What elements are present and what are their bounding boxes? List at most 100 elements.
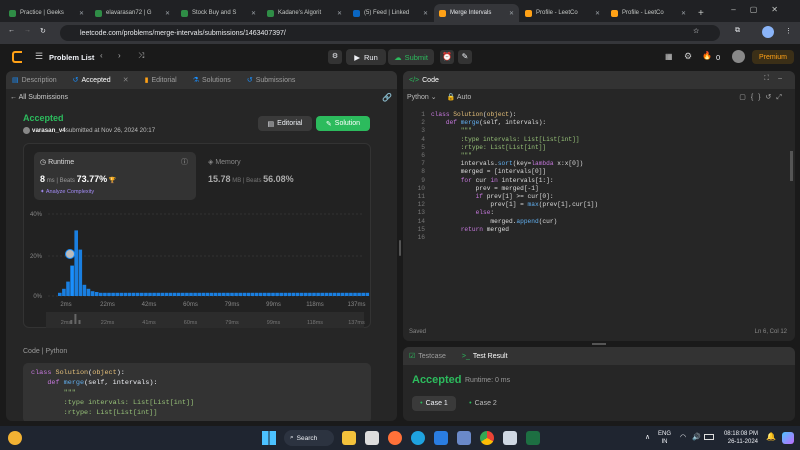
close-tab-icon[interactable]: ✕ bbox=[509, 10, 514, 17]
histogram-bar[interactable] bbox=[107, 292, 111, 296]
histogram-bar[interactable] bbox=[308, 292, 312, 296]
histogram-bar[interactable] bbox=[160, 292, 165, 296]
settings-icon[interactable]: ⚙ bbox=[684, 51, 692, 62]
forward-icon[interactable]: → bbox=[24, 27, 31, 34]
language-select[interactable]: Python ⌄ bbox=[407, 94, 437, 101]
premium-button[interactable]: Premium bbox=[752, 50, 794, 64]
histogram-bar[interactable] bbox=[90, 291, 95, 296]
histogram-bar[interactable] bbox=[58, 292, 62, 296]
browser-tab[interactable]: (5) Feed | Linked ✕ bbox=[348, 4, 433, 22]
histogram-bar[interactable] bbox=[82, 284, 87, 296]
histogram-bar[interactable] bbox=[197, 292, 201, 296]
histogram-bar[interactable] bbox=[164, 292, 169, 296]
histogram-bar[interactable] bbox=[119, 292, 124, 296]
histogram-bar[interactable] bbox=[275, 292, 279, 296]
run-button[interactable]: ▶ Run bbox=[346, 49, 386, 65]
tab-submissions[interactable]: ↺ Submissions bbox=[247, 76, 304, 85]
histogram-bar[interactable] bbox=[172, 292, 177, 296]
weather-widget[interactable] bbox=[8, 431, 22, 445]
url-field[interactable]: leetcode.com/problems/merge-intervals/su… bbox=[60, 25, 720, 41]
histogram-bar[interactable] bbox=[320, 292, 324, 296]
reload-icon[interactable]: ↻ bbox=[40, 27, 46, 35]
histogram-bar[interactable] bbox=[312, 292, 316, 296]
browser-tab[interactable]: Stock Buy and S ✕ bbox=[176, 4, 261, 22]
histogram-bar[interactable] bbox=[234, 292, 238, 296]
chrome-icon[interactable] bbox=[480, 431, 494, 445]
histogram-bar[interactable] bbox=[127, 292, 132, 296]
extensions-icon[interactable]: ⧉ bbox=[735, 27, 740, 35]
histogram-bar[interactable] bbox=[86, 288, 91, 296]
layout-icon[interactable]: ▦ bbox=[665, 52, 673, 61]
histogram-bar[interactable] bbox=[94, 292, 99, 296]
histogram-bar[interactable] bbox=[152, 292, 156, 296]
histogram-bar[interactable] bbox=[353, 292, 357, 296]
histogram-bar[interactable] bbox=[115, 292, 119, 296]
histogram-bar[interactable] bbox=[123, 292, 128, 296]
histogram-bar[interactable] bbox=[254, 292, 259, 296]
notifications-icon[interactable]: 🔥 bbox=[702, 51, 712, 60]
histogram-bar[interactable] bbox=[291, 292, 296, 296]
code-line[interactable]: if prev[1] >= cur[0]: bbox=[431, 193, 598, 201]
code-line[interactable]: for cur in intervals[1:]: bbox=[431, 177, 598, 185]
close-tab-icon[interactable]: ✕ bbox=[251, 10, 256, 17]
histogram-bar[interactable] bbox=[230, 292, 234, 296]
histogram-bar[interactable] bbox=[205, 292, 210, 296]
browser-tab[interactable]: Profile - LeetCo ✕ bbox=[520, 4, 605, 22]
taskbar-search[interactable]: ⌕ Search bbox=[284, 430, 334, 446]
apps-icon[interactable] bbox=[457, 431, 471, 445]
file-explorer-icon[interactable] bbox=[342, 431, 356, 445]
all-submissions-link[interactable]: ← All Submissions bbox=[10, 94, 68, 101]
histogram-bar[interactable] bbox=[250, 292, 255, 296]
firefox-icon[interactable] bbox=[388, 431, 402, 445]
code-line[interactable]: return merged bbox=[431, 226, 598, 234]
histogram-bar[interactable] bbox=[99, 292, 103, 296]
histogram-bar[interactable] bbox=[295, 292, 300, 296]
code-line[interactable]: else: bbox=[431, 209, 598, 217]
tab-testcase[interactable]: ☑ Testcase bbox=[409, 352, 454, 361]
photos-icon[interactable] bbox=[434, 431, 448, 445]
notes-icon[interactable]: ✎ bbox=[458, 50, 472, 64]
code-line[interactable]: def merge(self, intervals): bbox=[431, 119, 598, 127]
tab-description[interactable]: ▤ Description bbox=[12, 76, 65, 85]
code-line[interactable]: merged.append(cur) bbox=[431, 218, 598, 226]
new-tab-button[interactable]: + bbox=[698, 8, 704, 19]
excel-icon[interactable] bbox=[526, 431, 540, 445]
code-line[interactable]: prev[1] = max(prev[1],cur[1]) bbox=[431, 201, 598, 209]
code-line[interactable]: class Solution(object): bbox=[431, 111, 598, 119]
histogram-bar[interactable] bbox=[217, 292, 222, 296]
close-tab-icon[interactable]: ✕ bbox=[595, 10, 600, 17]
auto-toggle[interactable]: 🔒 Auto bbox=[447, 94, 472, 101]
tab-code[interactable]: </> Code bbox=[409, 77, 447, 84]
histogram-bar[interactable] bbox=[66, 281, 70, 296]
back-icon[interactable]: ← bbox=[8, 27, 15, 34]
histogram-bar[interactable] bbox=[185, 292, 189, 296]
histogram-bar[interactable] bbox=[336, 292, 341, 296]
debug-icon[interactable]: ⚙ bbox=[328, 50, 342, 64]
histogram-bar[interactable] bbox=[70, 265, 74, 296]
histogram-bar[interactable] bbox=[74, 230, 78, 296]
code-line[interactable]: prev = merged[-1] bbox=[431, 185, 598, 193]
histogram-bar[interactable] bbox=[222, 292, 226, 296]
problem-list-link[interactable]: Problem List bbox=[49, 53, 94, 62]
runtime-distribution-chart[interactable]: 40% 20% 0% 2ms 22ms 42ms 60ms 79ms 99ms 118ms 137m… bbox=[24, 144, 372, 329]
input-language[interactable]: ENG IN bbox=[658, 430, 671, 446]
histogram-bar[interactable] bbox=[316, 292, 320, 296]
histogram-bar[interactable] bbox=[140, 292, 144, 296]
leetcode-logo-icon[interactable] bbox=[12, 51, 22, 63]
histogram-bar[interactable] bbox=[78, 249, 83, 296]
horizontal-splitter[interactable] bbox=[592, 343, 606, 345]
histogram-bar[interactable] bbox=[365, 292, 370, 296]
close-tab-icon[interactable]: ✕ bbox=[423, 10, 428, 17]
browser-tab[interactable]: Profile - LeetCo ✕ bbox=[606, 4, 691, 22]
user-avatar[interactable] bbox=[732, 50, 745, 63]
histogram-bar[interactable] bbox=[201, 292, 206, 296]
minimize-icon[interactable]: ‒ bbox=[778, 75, 782, 82]
submit-button[interactable]: ☁ Submit bbox=[388, 49, 434, 65]
histogram-bar[interactable] bbox=[144, 292, 148, 296]
browser-tab[interactable]: Practice | Geeks ✕ bbox=[4, 4, 89, 22]
share-link-icon[interactable]: 🔗 bbox=[382, 93, 392, 102]
close-tab-icon[interactable]: ✕ bbox=[123, 76, 129, 84]
histogram-bar[interactable] bbox=[209, 292, 214, 296]
code-line[interactable]: ​ bbox=[431, 234, 598, 242]
copilot-icon[interactable] bbox=[782, 432, 794, 444]
